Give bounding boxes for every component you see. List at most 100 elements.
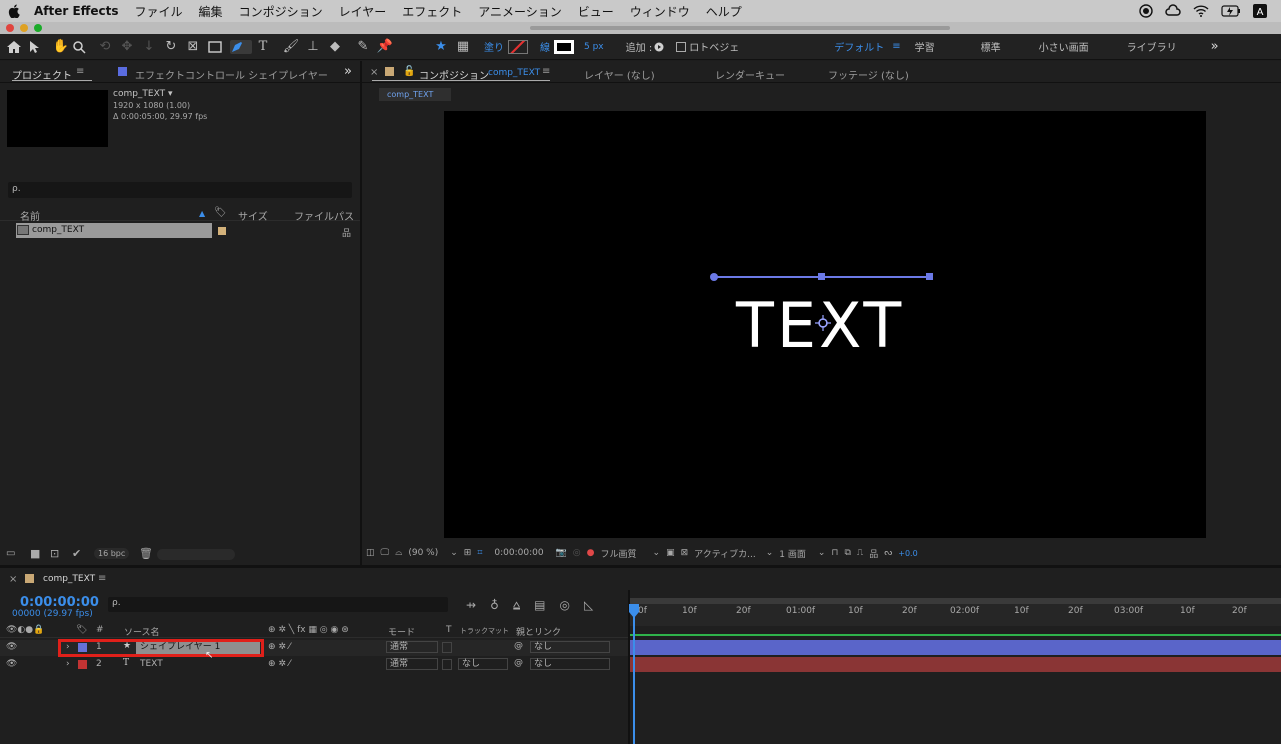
new-composition-icon[interactable]: ⊡ xyxy=(50,547,59,560)
pan-behind-tool-icon[interactable]: ⊠ xyxy=(182,39,204,54)
visibility-eye-icon[interactable]: 👁 xyxy=(6,659,17,669)
add-label[interactable]: 追加 : xyxy=(626,39,653,54)
close-window-button[interactable] xyxy=(6,24,14,32)
new-folder-icon[interactable]: ■ xyxy=(30,547,40,560)
snapping-icon[interactable]: ★ xyxy=(430,39,452,54)
draft-3d-icon[interactable]: ⎍ xyxy=(857,548,863,558)
workspace-libraries[interactable]: ライブラリ xyxy=(1127,39,1177,54)
layer-1-duration-bar[interactable] xyxy=(630,640,1281,655)
fast-previews-icon[interactable]: ⧉ xyxy=(844,548,850,558)
toggle-pixel-aspect-icon[interactable]: ⊓ xyxy=(831,548,838,558)
tab-footage[interactable]: フッテージ (なし) xyxy=(828,67,909,82)
shy-switch[interactable]: ⊕ ✲ ⁄ xyxy=(268,659,290,669)
lock-icon[interactable]: 🔓 xyxy=(403,66,415,77)
frame-blending-icon[interactable]: ▤ xyxy=(534,598,545,613)
hand-tool-icon[interactable]: ✋ xyxy=(50,39,72,54)
workspace-more-icon[interactable]: » xyxy=(1211,39,1219,54)
camera-dropdown[interactable]: アクティブカ... xyxy=(694,547,756,560)
project-search-input[interactable]: ρ. xyxy=(8,182,352,198)
flowchart-icon[interactable]: 品 xyxy=(869,547,878,560)
stroke-swatch[interactable] xyxy=(554,39,574,54)
sort-ascending-icon[interactable]: ▲ xyxy=(199,209,205,218)
anchor-point-icon[interactable] xyxy=(815,315,831,331)
menu-file[interactable]: ファイル xyxy=(127,3,191,20)
type-tool-icon[interactable]: T xyxy=(252,39,274,54)
zoom-chevron-icon[interactable]: ⌄ xyxy=(450,548,458,558)
col-track-matte[interactable]: トラックマット xyxy=(460,626,509,636)
col-mode[interactable]: モード xyxy=(388,625,415,638)
viewer-timecode[interactable]: 0:00:00:00 xyxy=(494,548,543,558)
preserve-transparency-checkbox[interactable] xyxy=(442,659,452,670)
motion-blur-icon[interactable]: ◎ xyxy=(560,598,570,613)
layer-parent-dropdown[interactable]: なし xyxy=(530,641,610,653)
workspace-default[interactable]: デフォルト xyxy=(834,39,884,54)
monitor-icon[interactable]: 🖵 xyxy=(381,548,390,558)
reset-exposure-icon[interactable]: ᔓ xyxy=(884,548,892,558)
layer-2-duration-bar[interactable] xyxy=(630,657,1281,672)
workspace-menu-icon[interactable]: ≡ xyxy=(892,41,900,52)
playhead-icon[interactable] xyxy=(628,604,640,618)
rectangle-tool-icon[interactable] xyxy=(208,40,230,53)
pickwhip-icon[interactable]: @ xyxy=(514,641,523,651)
zoom-tool-icon[interactable] xyxy=(72,40,94,54)
camera-chevron-icon[interactable]: ⌄ xyxy=(766,548,774,558)
workspace-learn[interactable]: 学習 xyxy=(915,39,935,54)
col-file-path[interactable]: ファイルパス xyxy=(294,208,354,223)
minimize-window-button[interactable] xyxy=(20,24,28,32)
project-item-row[interactable]: comp_TEXT xyxy=(16,223,212,238)
item-label-color[interactable] xyxy=(218,227,226,235)
puppet-pin-icon[interactable]: 📌 xyxy=(374,39,396,54)
menu-layer[interactable]: レイヤー xyxy=(331,3,395,20)
pen-tool-icon[interactable] xyxy=(230,39,252,54)
col-name[interactable]: 名前 xyxy=(20,208,40,223)
panel-more-icon[interactable]: » xyxy=(344,64,352,79)
mask-visibility-icon[interactable]: ⌗ xyxy=(477,548,482,558)
tab-effect-controls[interactable]: エフェクトコントロール シェイプレイヤー xyxy=(135,67,328,82)
views-dropdown[interactable]: 1 画面 xyxy=(779,547,806,560)
graph-editor-icon[interactable]: ◺ xyxy=(584,598,593,613)
project-scrollbar[interactable] xyxy=(157,549,235,560)
layer-mode-dropdown[interactable]: 通常 xyxy=(386,641,438,653)
apple-menu-icon[interactable] xyxy=(0,4,28,18)
vr-icon[interactable]: ⌓ xyxy=(395,548,402,558)
fill-label[interactable]: 塗り xyxy=(484,39,504,54)
stroke-width-value[interactable]: 5 px xyxy=(584,42,604,52)
shy-layers-icon[interactable]: ⩠ xyxy=(513,598,520,613)
label-header-icon[interactable]: 🏷 xyxy=(76,625,87,635)
comp-canvas[interactable]: TEXT xyxy=(444,111,1206,538)
roto-brush-icon[interactable]: ✎ xyxy=(352,39,374,54)
track-matte-dropdown[interactable]: なし xyxy=(458,658,508,670)
shy-switch[interactable]: ⊕ ✲ ⁄ xyxy=(268,642,290,652)
transparency-grid-icon[interactable]: ⊠ xyxy=(681,548,689,558)
menu-view[interactable]: ビュー xyxy=(570,3,622,20)
exposure-value[interactable]: +0.0 xyxy=(898,549,917,558)
snapshot-icon[interactable]: 📷 xyxy=(556,548,567,558)
col-size[interactable]: サイズ xyxy=(238,208,268,223)
draft-3d-icon[interactable]: ♁ xyxy=(490,598,499,613)
pan-camera-icon[interactable]: ✥ xyxy=(116,39,138,54)
eraser-tool-icon[interactable]: ◆ xyxy=(324,39,346,54)
layer-name[interactable]: TEXT xyxy=(140,659,163,669)
show-snapshot-icon[interactable]: ◎ xyxy=(573,548,581,558)
menu-effect[interactable]: エフェクト xyxy=(394,3,470,20)
layer-mode-dropdown[interactable]: 通常 xyxy=(386,658,438,670)
menu-window[interactable]: ウィンドウ xyxy=(622,3,698,20)
selection-tool-icon[interactable] xyxy=(28,40,50,54)
views-chevron-icon[interactable]: ⌄ xyxy=(818,548,826,558)
expand-layer-chevron[interactable]: › xyxy=(66,659,70,669)
timeline-current-time[interactable]: 0:00:00:00 xyxy=(20,595,99,610)
col-source-name[interactable]: ソース名 xyxy=(124,625,160,638)
battery-icon[interactable] xyxy=(1221,5,1241,17)
stroke-label[interactable]: 線 xyxy=(540,39,550,54)
menu-composition[interactable]: コンポジション xyxy=(231,3,331,20)
creative-cloud-icon[interactable] xyxy=(1165,4,1181,18)
workspace-standard[interactable]: 標準 xyxy=(981,39,1001,54)
menu-help[interactable]: ヘルプ xyxy=(698,3,750,20)
bit-depth-button[interactable]: 16 bpc xyxy=(94,548,130,559)
clone-stamp-icon[interactable]: ⊥ xyxy=(302,39,324,54)
timeline-tab-name[interactable]: comp_TEXT xyxy=(43,574,95,584)
pickwhip-icon[interactable]: @ xyxy=(514,658,523,668)
time-ruler[interactable]: 0f 10f 20f 01:00f 10f 20f 02:00f 10f 20f… xyxy=(630,604,1281,626)
zoom-dropdown[interactable]: (90 %) xyxy=(408,548,438,558)
comp-navigator-chip[interactable]: comp_TEXT xyxy=(379,88,451,101)
